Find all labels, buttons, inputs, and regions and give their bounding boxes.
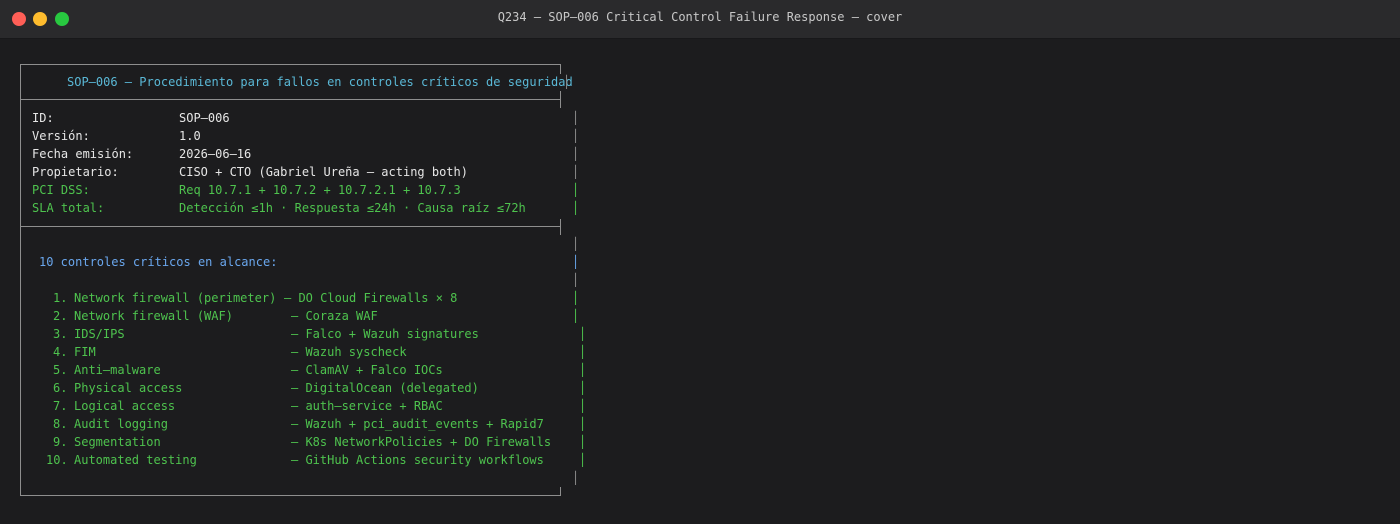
meta-row-right-bar: │: [572, 111, 580, 125]
control-name: Network firewall (WAF): [74, 309, 233, 323]
meta-value: 2026–06–16: [179, 147, 252, 161]
control-implementation: — Wazuh + pci_audit_events + Rapid7: [291, 417, 544, 431]
control-row-right-bar: │: [579, 435, 587, 449]
control-name: Automated testing: [74, 453, 197, 467]
meta-label: Propietario:: [32, 165, 119, 179]
box-right-border-header: [560, 91, 561, 108]
meta-value: CISO + CTO (Gabriel Ureña — acting both): [179, 165, 468, 179]
meta-value: 1.0: [179, 129, 201, 143]
box-header-divider: [21, 99, 560, 100]
meta-row-right-bar: │: [572, 201, 580, 215]
control-row-right-bar: │: [579, 345, 587, 359]
control-name: Audit logging: [74, 417, 168, 431]
control-implementation: — ClamAV + Falco IOCs: [291, 363, 443, 377]
control-name: Segmentation: [74, 435, 161, 449]
meta-value: SOP–006: [179, 111, 230, 125]
meta-value: Detección ≤1h · Respuesta ≤24h · Causa r…: [179, 201, 526, 215]
control-name: Logical access: [74, 399, 176, 413]
controls-heading: 10 controles críticos en alcance:: [39, 255, 278, 269]
empty-row-bar: │: [572, 237, 580, 251]
control-row-right-bar: │: [579, 363, 587, 377]
control-number: 5.: [53, 363, 68, 377]
control-implementation: — auth–service + RBAC: [291, 399, 443, 413]
control-row-right-bar: │: [579, 327, 587, 341]
control-implementation: — Wazuh syscheck: [291, 345, 407, 359]
control-number: 7.: [53, 399, 68, 413]
control-row-right-bar: │: [579, 399, 587, 413]
meta-row-right-bar: │: [572, 183, 580, 197]
meta-row-right-bar: │: [572, 129, 580, 143]
control-number: 6.: [53, 381, 68, 395]
control-row-right-bar: │: [579, 381, 587, 395]
meta-label: PCI DSS:: [32, 183, 90, 197]
meta-row-right-bar: │: [572, 165, 580, 179]
control-number: 9.: [53, 435, 68, 449]
control-number: 8.: [53, 417, 68, 431]
control-implementation: — GitHub Actions security workflows: [291, 453, 544, 467]
control-number: 1.: [53, 291, 68, 305]
box-top-border: [21, 64, 560, 65]
control-implementation: — Falco + Wazuh signatures: [291, 327, 479, 341]
control-implementation: — Coraza WAF: [291, 309, 378, 323]
window-titlebar: Q234 — SOP–006 Critical Control Failure …: [0, 0, 1400, 39]
control-row-right-bar: │: [572, 291, 580, 305]
control-number: 2.: [53, 309, 68, 323]
control-name: IDS/IPS: [74, 327, 125, 341]
meta-label: ID:: [32, 111, 54, 125]
meta-label: SLA total:: [32, 201, 105, 215]
meta-label: Versión:: [32, 129, 90, 143]
title-right-bar: │: [563, 75, 571, 89]
control-number: 10.: [46, 453, 68, 467]
control-row-right-bar: │: [572, 309, 580, 323]
window-title: Q234 — SOP–006 Critical Control Failure …: [497, 10, 903, 24]
control-number: 3.: [53, 327, 68, 341]
heading-right-bar: │: [572, 255, 580, 269]
control-implementation: — K8s NetworkPolicies + DO Firewalls: [291, 435, 552, 449]
control-row-right-bar: │: [579, 453, 587, 467]
control-number: 4.: [53, 345, 68, 359]
terminal-output[interactable]: SOP–006 — Procedimiento para fallos en c…: [0, 39, 1400, 524]
box-left-border: [20, 64, 21, 496]
control-name: Network firewall (perimeter): [74, 291, 277, 305]
control-row-right-bar: │: [579, 417, 587, 431]
control-name: Anti–malware: [74, 363, 161, 377]
box-right-border-bottom: [560, 487, 561, 496]
meta-label: Fecha emisión:: [32, 147, 134, 161]
empty-row-bar: │: [572, 471, 580, 485]
control-name: FIM: [74, 345, 96, 359]
control-implementation: — DO Cloud Firewalls × 8: [284, 291, 458, 305]
box-right-border-mid: [560, 219, 561, 235]
control-implementation: — DigitalOcean (delegated): [291, 381, 479, 395]
meta-value: Req 10.7.1 + 10.7.2 + 10.7.2.1 + 10.7.3: [179, 183, 461, 197]
empty-row-bar: │: [572, 273, 580, 287]
control-name: Physical access: [74, 381, 183, 395]
box-meta-divider: [21, 226, 560, 227]
sop-title: SOP–006 — Procedimiento para fallos en c…: [67, 75, 573, 89]
meta-row-right-bar: │: [572, 147, 580, 161]
box-bottom-border: [21, 495, 560, 496]
